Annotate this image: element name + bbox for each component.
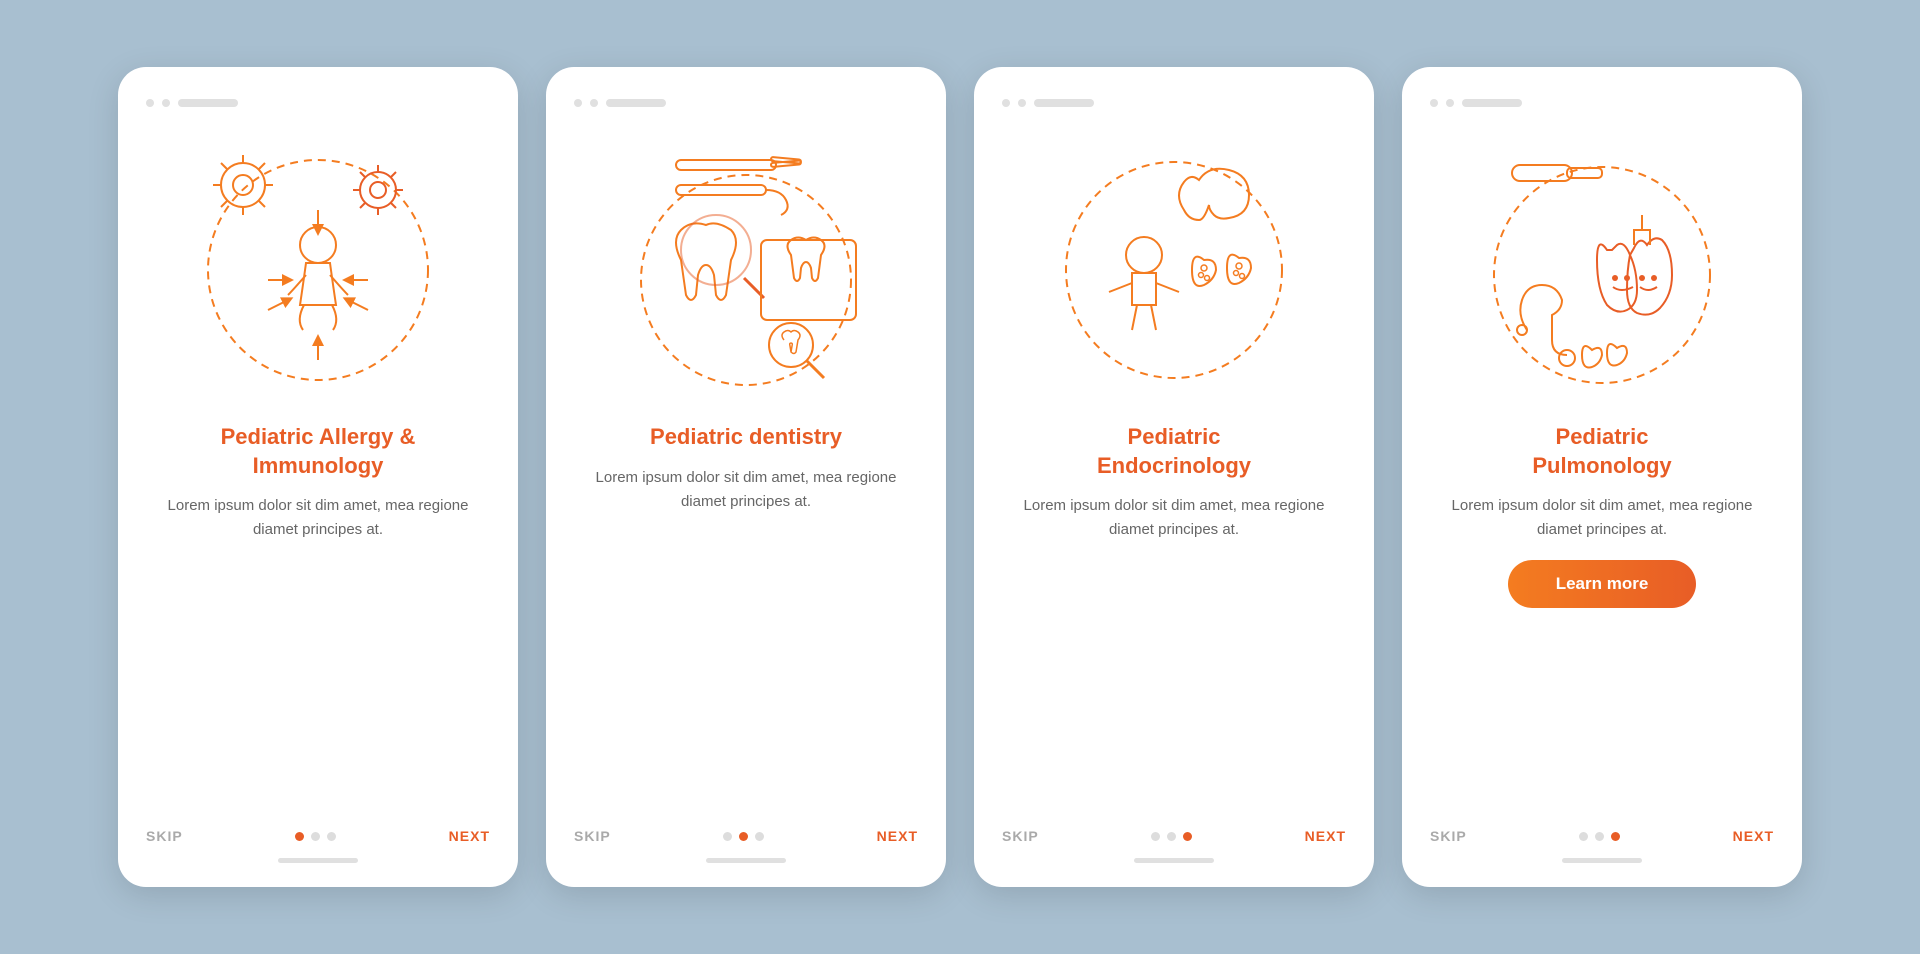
card-desc-endocrinology: Lorem ipsum dolor sit dim amet, mea regi… <box>1002 494 1346 542</box>
progress-dots <box>1579 832 1620 841</box>
top-dot <box>574 99 582 107</box>
card-top-dots <box>574 99 666 107</box>
prog-dot <box>723 832 732 841</box>
card-footer-dentistry: SKIP NEXT <box>574 816 918 844</box>
card-endocrinology: PediatricEndocrinology Lorem ipsum dolor… <box>974 67 1374 887</box>
progress-dots <box>1151 832 1192 841</box>
prog-dot <box>1167 832 1176 841</box>
next-label[interactable]: NEXT <box>449 828 490 844</box>
skip-label[interactable]: SKIP <box>574 828 611 844</box>
top-line <box>606 99 666 107</box>
card-title-endocrinology: PediatricEndocrinology <box>1097 423 1251 480</box>
learn-more-button[interactable]: Learn more <box>1508 560 1697 608</box>
prog-dot <box>1579 832 1588 841</box>
skip-label[interactable]: SKIP <box>146 828 183 844</box>
card-title-allergy: Pediatric Allergy &Immunology <box>221 423 416 480</box>
card-desc-allergy: Lorem ipsum dolor sit dim amet, mea regi… <box>146 494 490 542</box>
card-desc-pulmonology: Lorem ipsum dolor sit dim amet, mea regi… <box>1430 494 1774 542</box>
prog-dot <box>327 832 336 841</box>
top-line <box>1462 99 1522 107</box>
bottom-bar <box>1134 858 1214 863</box>
prog-dot-active <box>1183 832 1192 841</box>
progress-dots <box>295 832 336 841</box>
endocrinology-illustration <box>1044 125 1304 405</box>
allergy-illustration <box>188 125 448 405</box>
card-top-dots <box>146 99 238 107</box>
card-top-dots <box>1430 99 1522 107</box>
card-pulmonology: PediatricPulmonology Lorem ipsum dolor s… <box>1402 67 1802 887</box>
prog-dot <box>311 832 320 841</box>
next-label[interactable]: NEXT <box>877 828 918 844</box>
card-title-pulmonology: PediatricPulmonology <box>1532 423 1671 480</box>
pulmonology-illustration <box>1472 125 1732 405</box>
card-dentistry: Pediatric dentistry Lorem ipsum dolor si… <box>546 67 946 887</box>
card-footer-pulmonology: SKIP NEXT <box>1430 816 1774 844</box>
progress-dots <box>723 832 764 841</box>
prog-dot <box>1151 832 1160 841</box>
top-dot <box>1446 99 1454 107</box>
bottom-bar <box>1562 858 1642 863</box>
card-title-dentistry: Pediatric dentistry <box>650 423 842 452</box>
bottom-bar <box>278 858 358 863</box>
top-dot <box>590 99 598 107</box>
skip-label[interactable]: SKIP <box>1430 828 1467 844</box>
card-footer-endocrinology: SKIP NEXT <box>1002 816 1346 844</box>
top-line <box>178 99 238 107</box>
prog-dot-active <box>1611 832 1620 841</box>
top-dot <box>1430 99 1438 107</box>
card-allergy: Pediatric Allergy &Immunology Lorem ipsu… <box>118 67 518 887</box>
cards-container: Pediatric Allergy &Immunology Lorem ipsu… <box>78 27 1842 927</box>
top-dot <box>1018 99 1026 107</box>
prog-dot-active <box>739 832 748 841</box>
next-label[interactable]: NEXT <box>1733 828 1774 844</box>
skip-label[interactable]: SKIP <box>1002 828 1039 844</box>
card-top-dots <box>1002 99 1094 107</box>
card-footer-allergy: SKIP NEXT <box>146 816 490 844</box>
top-dot <box>146 99 154 107</box>
next-label[interactable]: NEXT <box>1305 828 1346 844</box>
card-desc-dentistry: Lorem ipsum dolor sit dim amet, mea regi… <box>574 466 918 514</box>
bottom-bar <box>706 858 786 863</box>
prog-dot <box>1595 832 1604 841</box>
prog-dot-active <box>295 832 304 841</box>
top-dot <box>1002 99 1010 107</box>
dentistry-illustration <box>616 125 876 405</box>
top-dot <box>162 99 170 107</box>
prog-dot <box>755 832 764 841</box>
top-line <box>1034 99 1094 107</box>
